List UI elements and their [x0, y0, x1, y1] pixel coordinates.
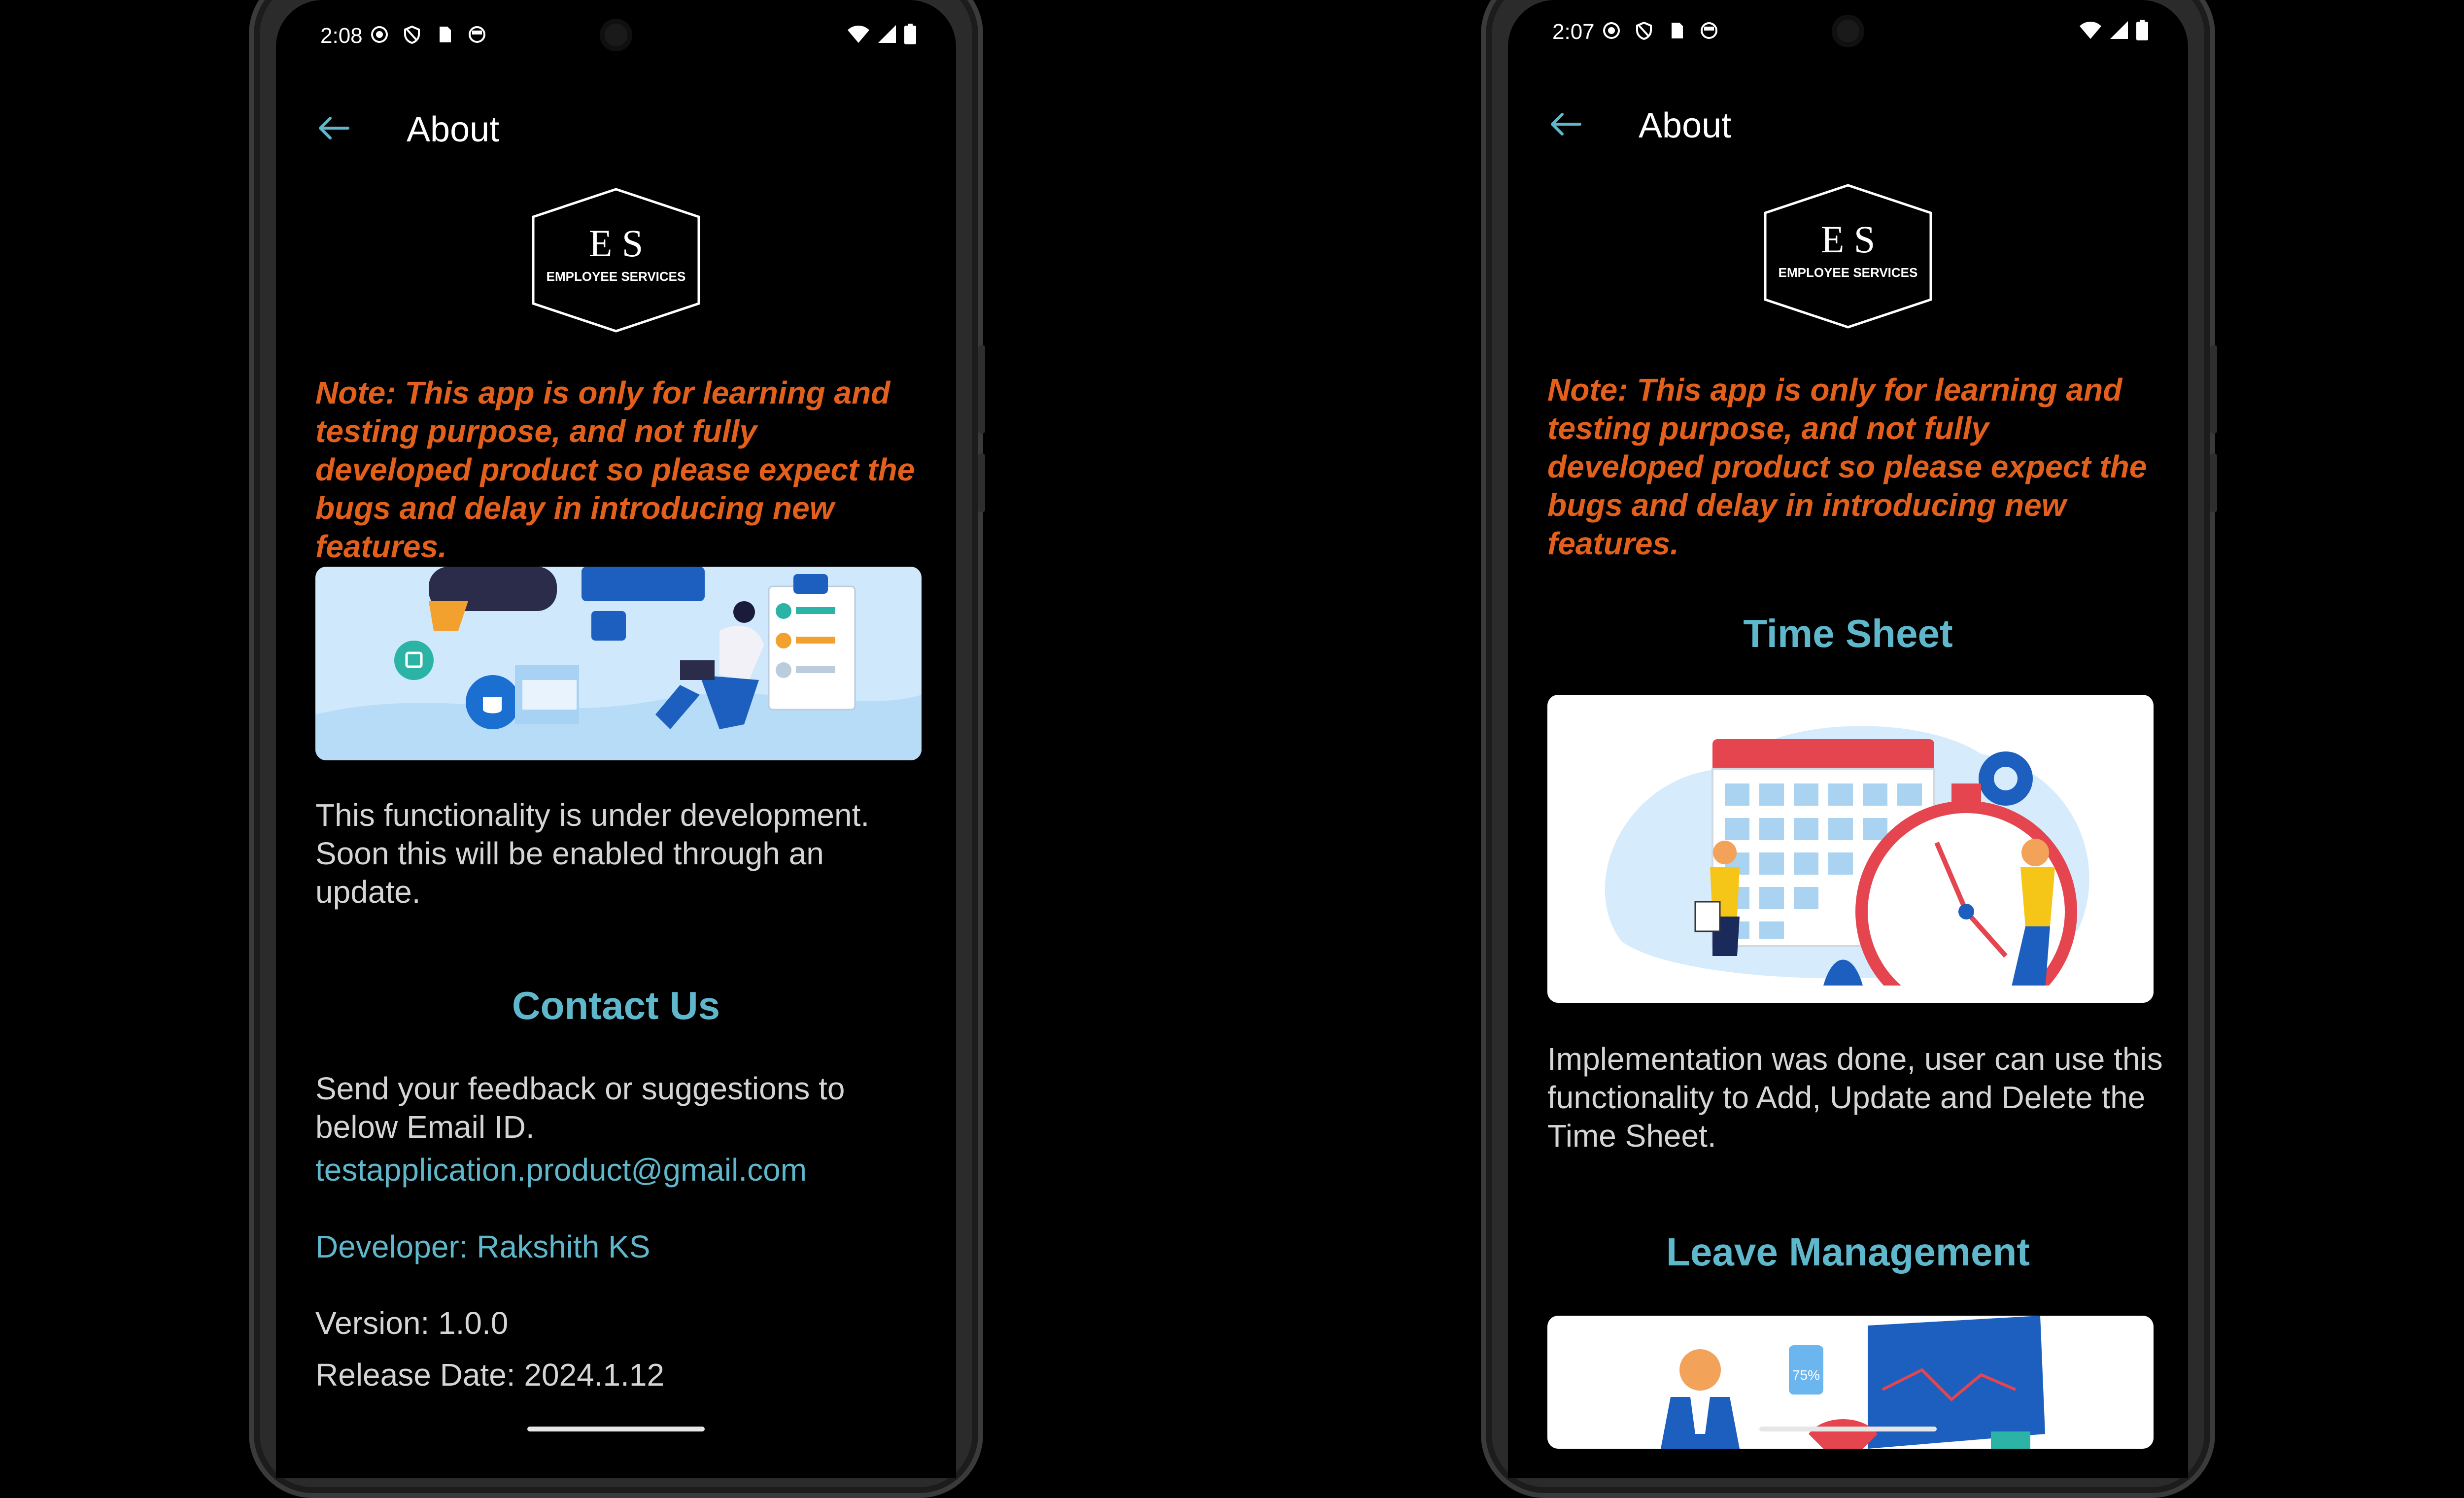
time-sheet-illustration	[1547, 695, 2154, 1003]
svg-text:E S: E S	[589, 222, 644, 265]
signal-icon	[878, 25, 896, 43]
employee-services-logo: E S EMPLOYEE SERVICES	[1764, 184, 1932, 329]
right-screen: 2:07 About E S EMPLOYEE SERVICES Note: T…	[1508, 0, 2188, 1478]
volume-button	[2210, 453, 2217, 512]
email-link[interactable]: testapplication.product@gmail.com	[315, 1152, 807, 1188]
volume-button	[978, 453, 985, 512]
status-bar: 2:07	[1508, 0, 2188, 70]
time-sheet-heading: Time Sheet	[1743, 612, 1953, 655]
shield-icon	[1636, 21, 1652, 40]
status-time: 2:07	[1552, 20, 1595, 44]
gesture-navigation-bar[interactable]	[1759, 1427, 1937, 1431]
battery-icon	[2136, 20, 2148, 40]
status-bar: 2:08	[276, 0, 956, 74]
page-title: About	[1639, 106, 1732, 145]
power-button	[978, 345, 985, 434]
face-icon	[469, 26, 485, 43]
status-notification-icons	[1602, 21, 1719, 40]
face-icon	[1701, 22, 1717, 39]
svg-text:75%: 75%	[1792, 1367, 1820, 1383]
svg-text:EMPLOYEE SERVICES: EMPLOYEE SERVICES	[1779, 265, 1918, 280]
power-button	[2210, 345, 2217, 434]
app-bar: About	[276, 99, 956, 163]
wifi-icon	[2080, 22, 2101, 39]
app-version: Version: 1.0.0	[315, 1305, 509, 1341]
signal-icon	[2110, 21, 2128, 39]
record-icon	[1603, 22, 1620, 39]
employee-services-logo: E S EMPLOYEE SERVICES	[532, 188, 700, 333]
left-phone-frame: 2:08 About E S EMPLOYEE SERVICES Note: T…	[249, 0, 985, 1498]
front-camera	[600, 19, 632, 51]
svg-text:EMPLOYEE SERVICES: EMPLOYEE SERVICES	[547, 269, 686, 284]
feature-illustration	[315, 567, 922, 760]
sim-card-icon	[440, 27, 451, 42]
disclaimer-note: Note: This app is only for learning and …	[1547, 372, 2147, 561]
app-bar: About	[1508, 95, 2188, 159]
record-icon	[371, 26, 388, 43]
developer-link[interactable]: Developer: Rakshith KS	[315, 1228, 650, 1265]
status-system-icons	[847, 24, 917, 44]
contact-description: Send your feedback or suggestions to bel…	[315, 1071, 845, 1145]
back-arrow-icon[interactable]	[1547, 109, 1583, 139]
contact-us-heading: Contact Us	[512, 984, 720, 1027]
left-screen: 2:08 About E S EMPLOYEE SERVICES Note: T…	[276, 0, 956, 1478]
right-phone-frame: 2:07 About E S EMPLOYEE SERVICES Note: T…	[1481, 0, 2217, 1498]
battery-icon	[904, 24, 916, 44]
front-camera	[1832, 15, 1864, 47]
leave-management-heading: Leave Management	[1666, 1230, 2030, 1274]
disclaimer-note: Note: This app is only for learning and …	[315, 375, 915, 564]
status-system-icons	[2079, 20, 2149, 40]
status-time: 2:08	[320, 24, 363, 48]
sim-card-icon	[1672, 23, 1683, 38]
release-date: Release Date: 2024.1.12	[315, 1357, 665, 1393]
gesture-navigation-bar[interactable]	[527, 1427, 705, 1431]
wifi-icon	[848, 26, 869, 43]
shield-icon	[404, 25, 420, 44]
time-sheet-description: Implementation was done, user can use th…	[1547, 1041, 2163, 1154]
back-arrow-icon[interactable]	[315, 113, 351, 143]
svg-text:E S: E S	[1821, 218, 1876, 261]
development-status-text: This functionality is under development.…	[315, 797, 870, 910]
status-notification-icons	[370, 25, 487, 44]
page-title: About	[407, 110, 500, 149]
